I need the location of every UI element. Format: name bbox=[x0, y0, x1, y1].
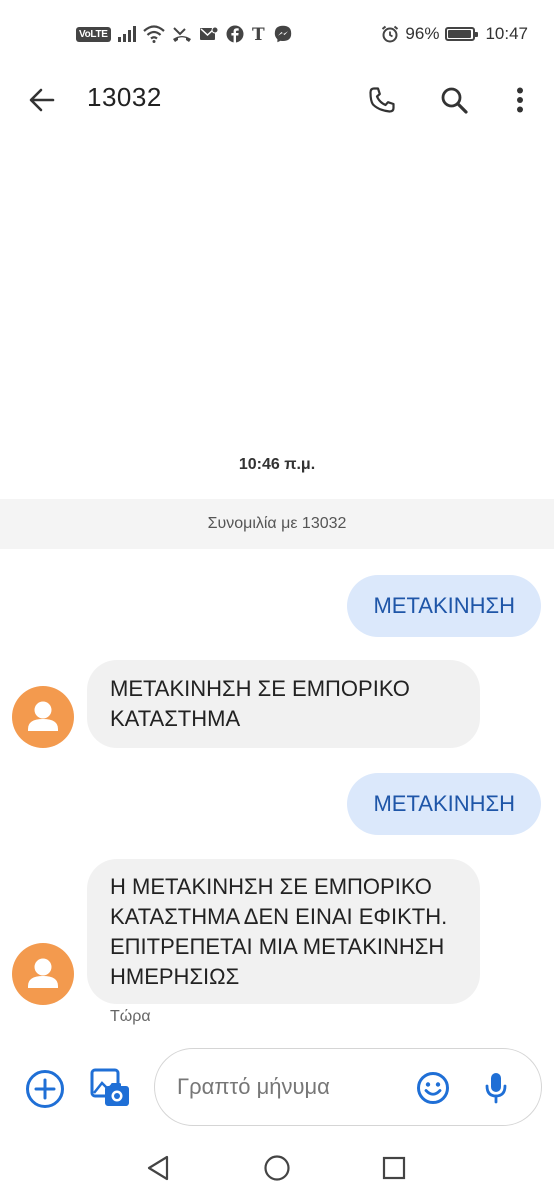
phone-icon bbox=[369, 87, 395, 113]
back-arrow-icon bbox=[29, 88, 55, 112]
signal-icon bbox=[117, 26, 136, 42]
incoming-message-bubble[interactable]: Η ΜΕΤΑΚΙΝΗΣΗ ΣΕ ΕΜΠΟΡΙΚΟ ΚΑΤΑΣΤΗΜΑ ΔΕΝ Ε… bbox=[87, 859, 480, 1004]
wifi-icon bbox=[142, 25, 165, 43]
more-options-button[interactable] bbox=[500, 80, 540, 120]
gallery-camera-icon bbox=[90, 1068, 129, 1106]
outgoing-message-bubble[interactable]: ΜΕΤΑΚΙΝΗΣΗ bbox=[347, 773, 541, 835]
call-button[interactable] bbox=[362, 80, 402, 120]
conversation-timestamp: 10:46 π.μ. bbox=[238, 456, 316, 473]
conversation-banner: Συνομιλία με 13032 bbox=[0, 499, 554, 549]
message-input[interactable] bbox=[177, 1069, 407, 1105]
status-time: 10:47 bbox=[485, 24, 528, 43]
navigation-bar bbox=[0, 1134, 554, 1200]
battery-icon bbox=[445, 27, 479, 41]
nav-recents-icon bbox=[382, 1156, 406, 1180]
nav-recents-button[interactable] bbox=[378, 1152, 410, 1184]
outgoing-message-bubble[interactable]: ΜΕΤΑΚΙΝΗΣΗ bbox=[347, 575, 541, 637]
person-icon bbox=[28, 958, 58, 988]
contact-avatar[interactable] bbox=[12, 686, 74, 748]
top-app-bar: 13032 bbox=[0, 68, 554, 130]
message-time: Τώρα bbox=[110, 1008, 151, 1025]
person-icon bbox=[28, 701, 58, 731]
nytimes-icon: T bbox=[252, 25, 265, 43]
search-button[interactable] bbox=[434, 80, 474, 120]
missed-call-icon bbox=[172, 27, 191, 42]
message-text: ΜΕΤΑΚΙΝΗΣΗ bbox=[373, 791, 515, 816]
svg-text:T: T bbox=[252, 25, 265, 43]
nav-home-icon bbox=[264, 1155, 290, 1181]
voice-input-button[interactable] bbox=[477, 1069, 515, 1107]
battery-level bbox=[448, 30, 472, 38]
more-vert-icon bbox=[517, 87, 523, 113]
message-text: ΜΕΤΑΚΙΝΗΣΗ ΣΕ ΕΜΠΟΡΙΚΟ ΚΑΤΑΣΤΗΜΑ bbox=[110, 676, 410, 731]
incoming-message-bubble[interactable]: ΜΕΤΑΚΙΝΗΣΗ ΣΕ ΕΜΠΟΡΙΚΟ ΚΑΤΑΣΤΗΜΑ bbox=[87, 660, 480, 748]
add-attachment-button[interactable] bbox=[24, 1068, 66, 1110]
messenger-icon bbox=[274, 25, 291, 43]
emoji-button[interactable] bbox=[414, 1069, 452, 1107]
nav-home-button[interactable] bbox=[261, 1152, 293, 1184]
status-right-icons: 96% 10:47 bbox=[381, 22, 528, 46]
microphone-icon bbox=[485, 1073, 507, 1104]
back-button[interactable] bbox=[22, 80, 62, 120]
message-input-container bbox=[154, 1048, 542, 1126]
nav-back-icon bbox=[147, 1155, 169, 1181]
status-bar: VoLTE T 96% 10:47 bbox=[0, 0, 554, 68]
add-circle-icon bbox=[26, 1070, 64, 1108]
status-left-icons: VoLTE T bbox=[76, 22, 292, 46]
search-icon bbox=[441, 87, 468, 114]
nav-back-button[interactable] bbox=[142, 1152, 174, 1184]
compose-bar bbox=[0, 1042, 554, 1134]
alarm-icon bbox=[382, 25, 399, 43]
notification-icon bbox=[199, 26, 219, 40]
message-text: ΜΕΤΑΚΙΝΗΣΗ bbox=[373, 593, 515, 618]
volte-badge: VoLTE bbox=[76, 26, 111, 42]
gallery-button[interactable] bbox=[88, 1066, 132, 1110]
battery-percent: 96% bbox=[405, 24, 440, 43]
facebook-icon bbox=[226, 25, 244, 43]
conversation-title: 13032 bbox=[87, 82, 162, 112]
emoji-icon bbox=[417, 1072, 449, 1104]
message-text: Η ΜΕΤΑΚΙΝΗΣΗ ΣΕ ΕΜΠΟΡΙΚΟ ΚΑΤΑΣΤΗΜΑ ΔΕΝ Ε… bbox=[110, 873, 448, 989]
contact-avatar[interactable] bbox=[12, 943, 74, 1005]
